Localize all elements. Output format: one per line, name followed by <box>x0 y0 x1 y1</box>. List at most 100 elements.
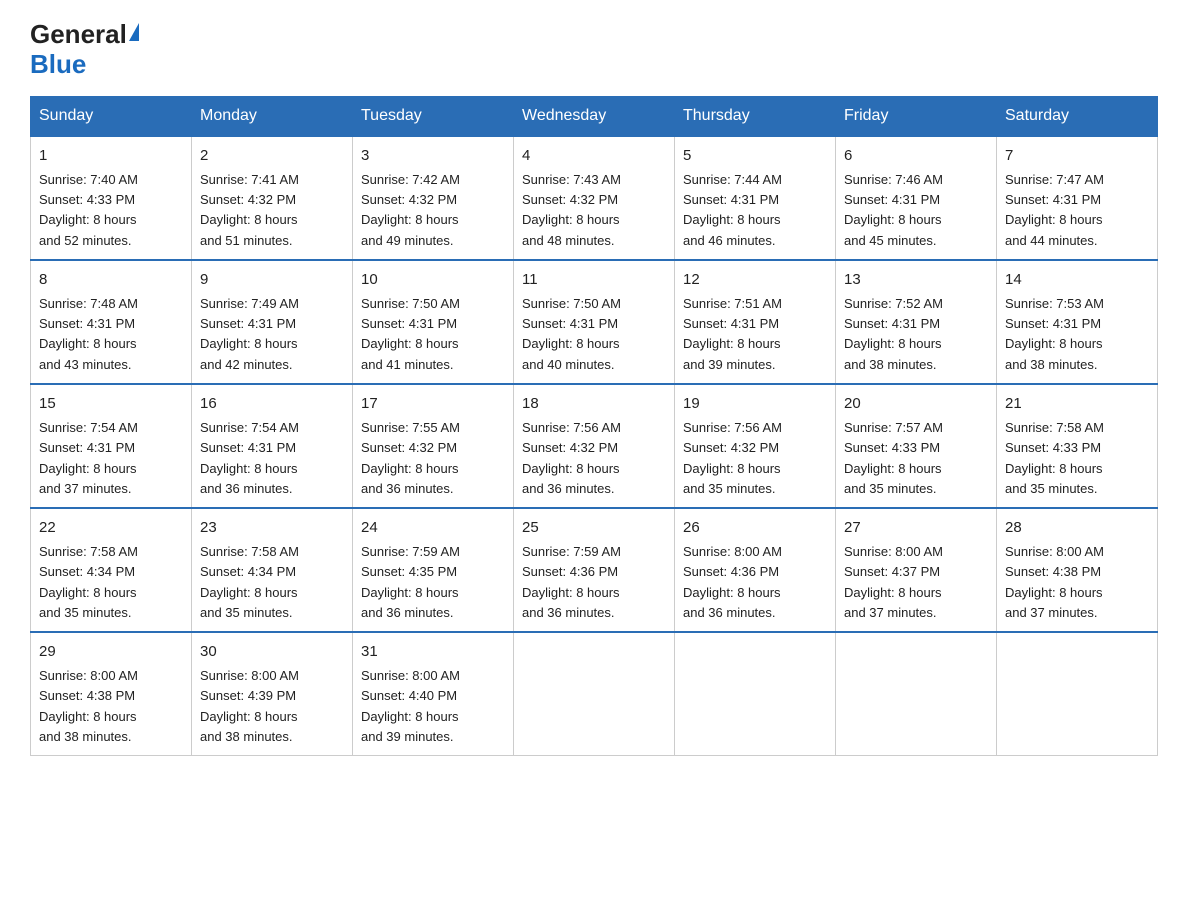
calendar-cell: 20 Sunrise: 7:57 AMSunset: 4:33 PMDayligh… <box>836 384 997 508</box>
page-header: General Blue <box>30 20 1158 80</box>
day-number: 4 <box>522 145 666 168</box>
day-info: Sunrise: 7:53 AMSunset: 4:31 PMDaylight:… <box>1005 296 1104 371</box>
calendar-cell: 26 Sunrise: 8:00 AMSunset: 4:36 PMDayligh… <box>675 508 836 632</box>
calendar-week-5: 29 Sunrise: 8:00 AMSunset: 4:38 PMDayligh… <box>31 632 1158 756</box>
day-info: Sunrise: 7:55 AMSunset: 4:32 PMDaylight:… <box>361 420 460 495</box>
day-number: 18 <box>522 393 666 416</box>
calendar-cell: 28Sunrise: 8:00 AMSunset: 4:38 PMDayligh… <box>997 508 1158 632</box>
day-info: Sunrise: 8:00 AMSunset: 4:40 PMDaylight:… <box>361 668 460 743</box>
calendar-cell: 8 Sunrise: 7:48 AMSunset: 4:31 PMDaylight… <box>31 260 192 384</box>
day-number: 3 <box>361 145 505 168</box>
day-number: 15 <box>39 393 183 416</box>
day-info: Sunrise: 7:59 AMSunset: 4:35 PMDaylight:… <box>361 544 460 619</box>
day-info: Sunrise: 7:42 AMSunset: 4:32 PMDaylight:… <box>361 172 460 247</box>
calendar-week-3: 15 Sunrise: 7:54 AMSunset: 4:31 PMDayligh… <box>31 384 1158 508</box>
day-info: Sunrise: 8:00 AMSunset: 4:38 PMDaylight:… <box>39 668 138 743</box>
calendar-cell: 16Sunrise: 7:54 AMSunset: 4:31 PMDayligh… <box>192 384 353 508</box>
calendar-cell: 21 Sunrise: 7:58 AMSunset: 4:33 PMDayligh… <box>997 384 1158 508</box>
day-number: 22 <box>39 517 183 540</box>
calendar-cell: 3 Sunrise: 7:42 AMSunset: 4:32 PMDaylight… <box>353 136 514 260</box>
day-info: Sunrise: 7:41 AMSunset: 4:32 PMDaylight:… <box>200 172 299 247</box>
day-info: Sunrise: 8:00 AMSunset: 4:39 PMDaylight:… <box>200 668 299 743</box>
day-number: 7 <box>1005 145 1149 168</box>
day-info: Sunrise: 7:51 AMSunset: 4:31 PMDaylight:… <box>683 296 782 371</box>
day-info: Sunrise: 7:47 AMSunset: 4:31 PMDaylight:… <box>1005 172 1104 247</box>
day-info: Sunrise: 7:40 AMSunset: 4:33 PMDaylight:… <box>39 172 138 247</box>
day-number: 11 <box>522 269 666 292</box>
day-info: Sunrise: 7:50 AMSunset: 4:31 PMDaylight:… <box>522 296 621 371</box>
weekday-header-tuesday: Tuesday <box>353 96 514 136</box>
weekday-header-monday: Monday <box>192 96 353 136</box>
day-info: Sunrise: 7:54 AMSunset: 4:31 PMDaylight:… <box>39 420 138 495</box>
day-number: 14 <box>1005 269 1149 292</box>
day-number: 17 <box>361 393 505 416</box>
logo: General Blue <box>30 20 139 80</box>
calendar-cell: 30 Sunrise: 8:00 AMSunset: 4:39 PMDayligh… <box>192 632 353 756</box>
day-number: 23 <box>200 517 344 540</box>
calendar-cell <box>675 632 836 756</box>
day-info: Sunrise: 7:57 AMSunset: 4:33 PMDaylight:… <box>844 420 943 495</box>
calendar-cell: 24Sunrise: 7:59 AMSunset: 4:35 PMDayligh… <box>353 508 514 632</box>
day-number: 10 <box>361 269 505 292</box>
day-info: Sunrise: 7:49 AMSunset: 4:31 PMDaylight:… <box>200 296 299 371</box>
calendar-cell: 29 Sunrise: 8:00 AMSunset: 4:38 PMDayligh… <box>31 632 192 756</box>
calendar-cell: 15 Sunrise: 7:54 AMSunset: 4:31 PMDayligh… <box>31 384 192 508</box>
calendar-cell: 17 Sunrise: 7:55 AMSunset: 4:32 PMDayligh… <box>353 384 514 508</box>
calendar-week-2: 8 Sunrise: 7:48 AMSunset: 4:31 PMDaylight… <box>31 260 1158 384</box>
day-info: Sunrise: 7:58 AMSunset: 4:33 PMDaylight:… <box>1005 420 1104 495</box>
calendar-cell: 6Sunrise: 7:46 AMSunset: 4:31 PMDaylight… <box>836 136 997 260</box>
calendar-cell: 25Sunrise: 7:59 AMSunset: 4:36 PMDayligh… <box>514 508 675 632</box>
calendar-cell: 4Sunrise: 7:43 AMSunset: 4:32 PMDaylight… <box>514 136 675 260</box>
weekday-header-saturday: Saturday <box>997 96 1158 136</box>
calendar-cell: 10 Sunrise: 7:50 AMSunset: 4:31 PMDayligh… <box>353 260 514 384</box>
day-info: Sunrise: 7:58 AMSunset: 4:34 PMDaylight:… <box>200 544 299 619</box>
day-info: Sunrise: 8:00 AMSunset: 4:37 PMDaylight:… <box>844 544 943 619</box>
day-info: Sunrise: 7:48 AMSunset: 4:31 PMDaylight:… <box>39 296 138 371</box>
day-number: 9 <box>200 269 344 292</box>
day-number: 2 <box>200 145 344 168</box>
calendar-cell: 9 Sunrise: 7:49 AMSunset: 4:31 PMDaylight… <box>192 260 353 384</box>
day-number: 19 <box>683 393 827 416</box>
calendar-cell <box>514 632 675 756</box>
calendar-cell: 23 Sunrise: 7:58 AMSunset: 4:34 PMDayligh… <box>192 508 353 632</box>
weekday-header-sunday: Sunday <box>31 96 192 136</box>
day-info: Sunrise: 7:58 AMSunset: 4:34 PMDaylight:… <box>39 544 138 619</box>
calendar-week-1: 1 Sunrise: 7:40 AMSunset: 4:33 PMDaylight… <box>31 136 1158 260</box>
day-info: Sunrise: 7:44 AMSunset: 4:31 PMDaylight:… <box>683 172 782 247</box>
calendar-cell: 2 Sunrise: 7:41 AMSunset: 4:32 PMDaylight… <box>192 136 353 260</box>
calendar-cell <box>836 632 997 756</box>
day-number: 20 <box>844 393 988 416</box>
calendar-cell: 5Sunrise: 7:44 AMSunset: 4:31 PMDaylight… <box>675 136 836 260</box>
weekday-header-wednesday: Wednesday <box>514 96 675 136</box>
calendar-cell: 1 Sunrise: 7:40 AMSunset: 4:33 PMDaylight… <box>31 136 192 260</box>
day-info: Sunrise: 7:50 AMSunset: 4:31 PMDaylight:… <box>361 296 460 371</box>
day-info: Sunrise: 7:52 AMSunset: 4:31 PMDaylight:… <box>844 296 943 371</box>
calendar-cell: 27 Sunrise: 8:00 AMSunset: 4:37 PMDayligh… <box>836 508 997 632</box>
day-number: 30 <box>200 641 344 664</box>
calendar-cell: 13Sunrise: 7:52 AMSunset: 4:31 PMDayligh… <box>836 260 997 384</box>
day-number: 27 <box>844 517 988 540</box>
day-number: 28 <box>1005 517 1149 540</box>
day-number: 31 <box>361 641 505 664</box>
calendar-week-4: 22 Sunrise: 7:58 AMSunset: 4:34 PMDayligh… <box>31 508 1158 632</box>
calendar-cell: 22 Sunrise: 7:58 AMSunset: 4:34 PMDayligh… <box>31 508 192 632</box>
day-number: 1 <box>39 145 183 168</box>
logo-general: General <box>30 20 127 49</box>
day-info: Sunrise: 7:56 AMSunset: 4:32 PMDaylight:… <box>683 420 782 495</box>
weekday-header-friday: Friday <box>836 96 997 136</box>
calendar-cell: 11 Sunrise: 7:50 AMSunset: 4:31 PMDayligh… <box>514 260 675 384</box>
day-info: Sunrise: 7:56 AMSunset: 4:32 PMDaylight:… <box>522 420 621 495</box>
calendar-cell: 31 Sunrise: 8:00 AMSunset: 4:40 PMDayligh… <box>353 632 514 756</box>
day-number: 21 <box>1005 393 1149 416</box>
calendar-cell <box>997 632 1158 756</box>
calendar-cell: 14 Sunrise: 7:53 AMSunset: 4:31 PMDayligh… <box>997 260 1158 384</box>
day-number: 8 <box>39 269 183 292</box>
day-number: 26 <box>683 517 827 540</box>
calendar-cell: 18 Sunrise: 7:56 AMSunset: 4:32 PMDayligh… <box>514 384 675 508</box>
weekday-header-thursday: Thursday <box>675 96 836 136</box>
day-number: 12 <box>683 269 827 292</box>
calendar-table: SundayMondayTuesdayWednesdayThursdayFrid… <box>30 96 1158 756</box>
day-info: Sunrise: 8:00 AMSunset: 4:36 PMDaylight:… <box>683 544 782 619</box>
day-number: 29 <box>39 641 183 664</box>
day-number: 16 <box>200 393 344 416</box>
